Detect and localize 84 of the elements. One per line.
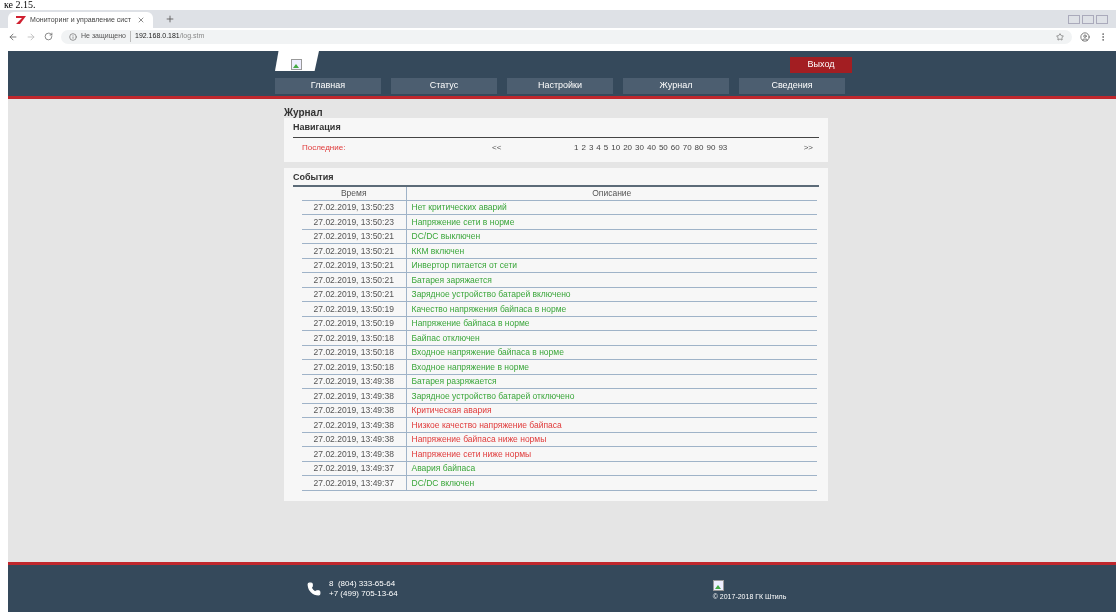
document-caption: ке 2.15. xyxy=(4,0,36,10)
nav-tab[interactable]: Главная xyxy=(275,78,381,94)
page-link[interactable]: 60 xyxy=(670,142,680,154)
description-cell: Напряжение сети ниже нормы xyxy=(406,446,817,462)
broken-image-icon xyxy=(291,59,303,71)
time-cell: 27.02.2019, 13:50:18 xyxy=(302,330,406,346)
page-link[interactable]: 90 xyxy=(706,142,716,154)
time-cell: 27.02.2019, 13:49:37 xyxy=(302,461,406,476)
logo-icon xyxy=(16,16,26,24)
time-cell: 27.02.2019, 13:50:21 xyxy=(302,258,406,273)
description-cell: Критическая авария xyxy=(406,403,817,418)
close-icon[interactable] xyxy=(137,16,145,24)
page-link[interactable]: 4 xyxy=(596,142,601,154)
time-cell: 27.02.2019, 13:49:38 xyxy=(302,403,406,418)
page-link[interactable]: 70 xyxy=(682,142,692,154)
page-link[interactable]: 50 xyxy=(658,142,668,154)
broken-image-icon xyxy=(712,580,725,593)
time-cell: 27.02.2019, 13:49:38 xyxy=(302,446,406,462)
page-link[interactable]: 5 xyxy=(603,142,609,154)
description-cell: Зарядное устройство батарей включено xyxy=(406,287,817,302)
nav-tab[interactable]: Сведения xyxy=(739,78,845,94)
time-cell: 27.02.2019, 13:49:38 xyxy=(302,388,406,404)
phone-icon xyxy=(307,581,321,596)
new-tab-icon[interactable] xyxy=(165,14,175,24)
time-cell: 27.02.2019, 13:50:21 xyxy=(302,287,406,302)
time-cell: 27.02.2019, 13:49:38 xyxy=(302,374,406,389)
description-cell: DC/DC выключен xyxy=(406,229,817,244)
description-cell: Зарядное устройство батарей отключено xyxy=(406,388,817,404)
page-link[interactable]: 30 xyxy=(635,142,644,154)
time-cell: 27.02.2019, 13:50:21 xyxy=(302,229,406,244)
time-cell: 27.02.2019, 13:50:18 xyxy=(302,345,406,360)
description-cell: Инвертор питается от сети xyxy=(406,258,817,273)
time-cell: 27.02.2019, 13:50:21 xyxy=(302,272,406,288)
description-cell: Напряжение сети в норме xyxy=(406,214,817,230)
time-cell: 27.02.2019, 13:49:38 xyxy=(302,417,406,433)
page-link[interactable]: 1 xyxy=(574,142,579,154)
description-cell: Качество напряжения байпаса в норме xyxy=(406,301,817,317)
description-cell: Входное напряжение байпаса в норме xyxy=(406,345,817,360)
page-link[interactable]: 40 xyxy=(647,142,656,154)
page-link[interactable]: 93 xyxy=(718,142,728,154)
time-cell: 27.02.2019, 13:50:19 xyxy=(302,316,406,331)
description-cell: Нет критических аварий xyxy=(406,200,817,215)
time-cell: 27.02.2019, 13:50:18 xyxy=(302,359,406,375)
description-cell: Низкое качество напряжение байпаса xyxy=(406,417,817,433)
page-link[interactable]: 20 xyxy=(623,142,633,154)
nav-tab[interactable]: Статус xyxy=(391,78,497,94)
description-cell: Авария байпаса xyxy=(406,461,817,476)
nav-tab[interactable]: Журнал xyxy=(623,78,729,94)
time-cell: 27.02.2019, 13:49:38 xyxy=(302,432,406,447)
time-cell: 27.02.2019, 13:49:37 xyxy=(302,475,406,491)
page-link[interactable]: 80 xyxy=(694,142,704,154)
page-link[interactable]: 2 xyxy=(581,142,586,154)
bookmark-icon[interactable] xyxy=(1056,32,1064,41)
next-link[interactable]: >> xyxy=(803,142,813,154)
phone-number: +7 (499) 705-13-64 xyxy=(329,588,398,599)
time-cell: 27.02.2019, 13:50:21 xyxy=(302,243,406,259)
description-cell: DC/DC включен xyxy=(406,475,817,491)
page-link[interactable]: 10 xyxy=(611,142,621,154)
latest-link[interactable]: Последние: xyxy=(302,142,492,154)
back-icon[interactable] xyxy=(8,31,18,42)
page-title: Журнал xyxy=(284,106,324,118)
section-title: Навигация xyxy=(293,121,819,138)
description-cell: Байпас отключен xyxy=(406,330,817,346)
profile-icon[interactable] xyxy=(1080,31,1090,42)
description-cell: Входное напряжение в норме xyxy=(406,359,817,375)
description-cell: ККМ включен xyxy=(406,243,817,259)
page-link[interactable]: 3 xyxy=(588,142,594,154)
description-cell: Напряжение байпаса в норме xyxy=(406,316,817,331)
description-cell: Батарея разряжается xyxy=(406,374,817,389)
reload-icon[interactable] xyxy=(44,32,53,41)
description-cell: Батарея заряжается xyxy=(406,272,817,288)
info-icon xyxy=(69,32,77,41)
section-title: События xyxy=(293,170,819,187)
time-cell: 27.02.2019, 13:50:19 xyxy=(302,301,406,317)
column-header: Время xyxy=(302,187,406,201)
phone-number: 8 (804) 333-65-64 xyxy=(329,578,397,589)
nav-tab[interactable]: Настройки xyxy=(507,78,613,94)
prev-link[interactable]: << xyxy=(492,142,574,154)
time-cell: 27.02.2019, 13:50:23 xyxy=(302,214,406,230)
column-header: Описание xyxy=(406,187,817,201)
logout-button[interactable]: Выход xyxy=(790,57,852,73)
forward-icon[interactable] xyxy=(26,31,36,42)
description-cell: Напряжение байпаса ниже нормы xyxy=(406,432,817,447)
time-cell: 27.02.2019, 13:50:23 xyxy=(302,200,406,215)
